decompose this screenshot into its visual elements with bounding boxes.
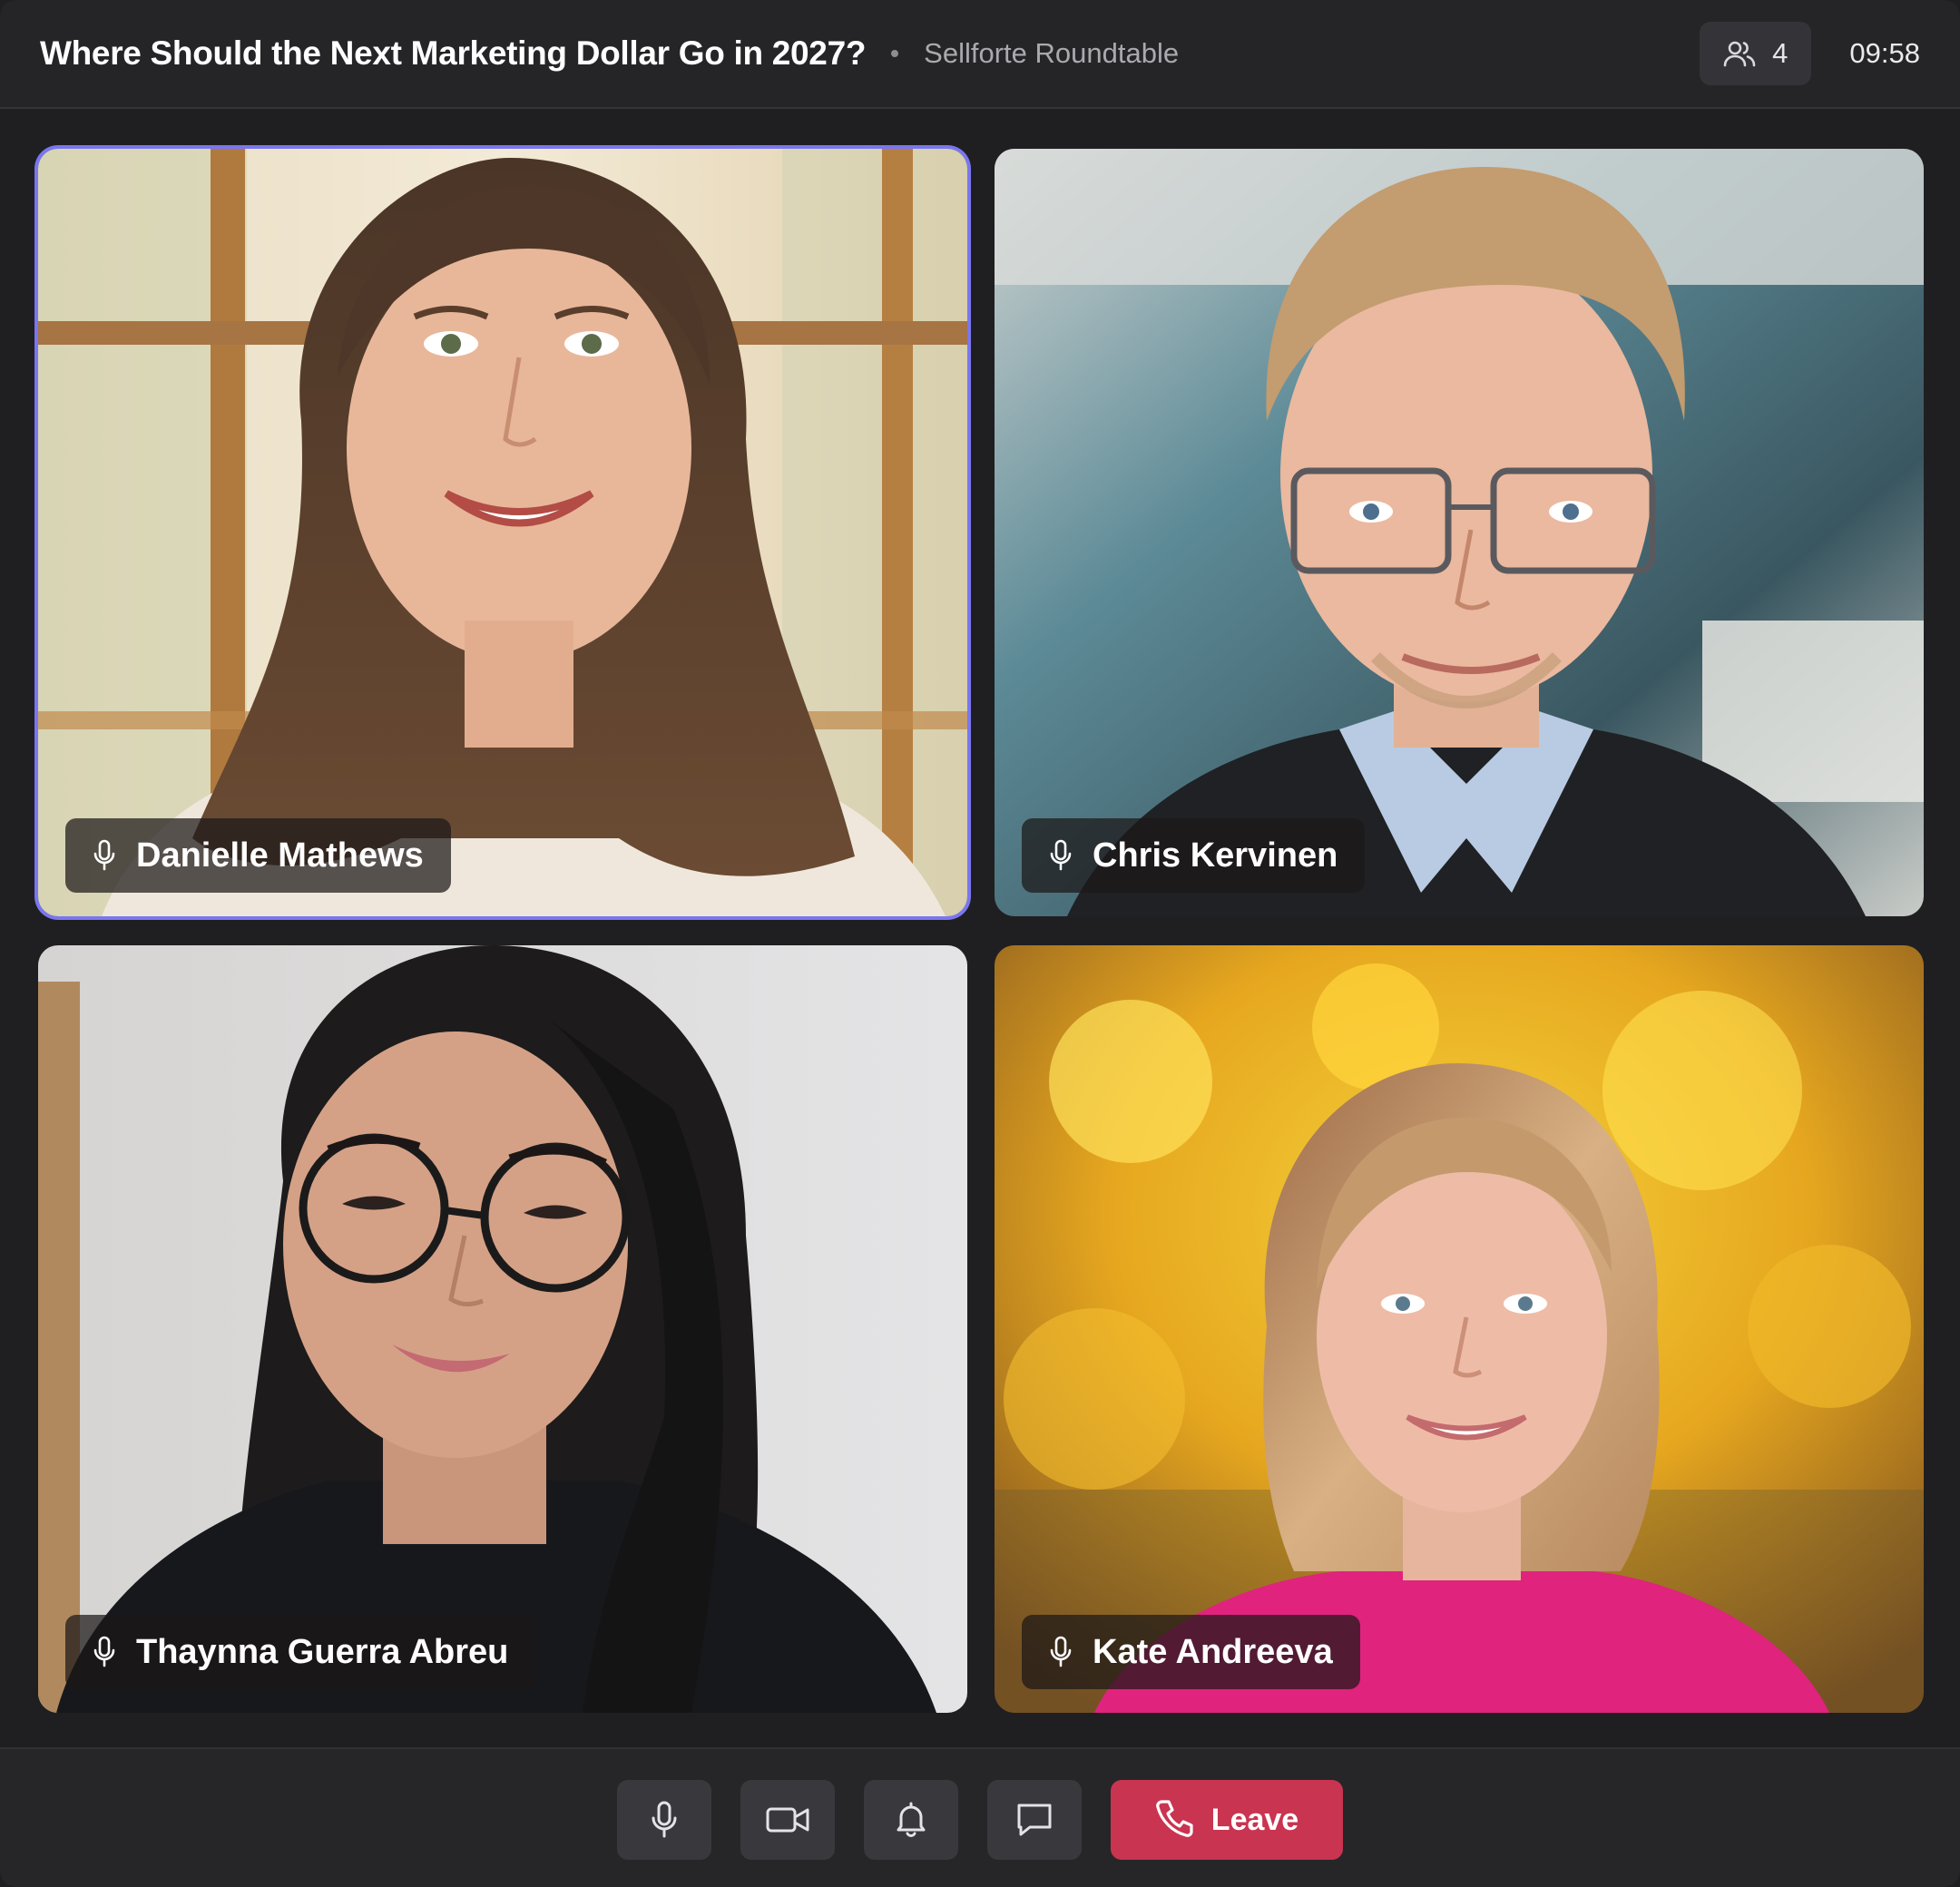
participant-name-tag: Thaynna Guerra Abreu [65,1615,536,1689]
video-feed [995,945,1924,1713]
header-right: 4 09:58 [1700,22,1920,85]
video-feed [38,149,967,916]
microphone-icon [93,839,116,872]
video-feed [38,945,967,1713]
people-icon [1723,39,1756,68]
meeting-title: Where Should the Next Marketing Dollar G… [40,34,867,72]
participants-button[interactable]: 4 [1700,22,1812,85]
participant-name: Danielle Mathews [136,836,424,875]
separator-dot [891,50,899,57]
toggle-microphone-button[interactable] [617,1780,711,1860]
video-tile-kate-andreeva[interactable]: Kate Andreeva [995,945,1924,1713]
chat-button[interactable] [987,1780,1082,1860]
leave-call-button[interactable]: Leave [1111,1780,1343,1860]
participants-count: 4 [1772,37,1788,69]
microphone-icon [1049,1636,1073,1668]
microphone-icon [93,1636,116,1668]
call-header: Where Should the Next Marketing Dollar G… [0,0,1960,109]
chat-bubble-icon [1015,1802,1054,1838]
video-tile-thaynna-guerra-abreu[interactable]: Thaynna Guerra Abreu [38,945,967,1713]
leave-label: Leave [1210,1802,1299,1837]
participant-name-tag: Chris Kervinen [1022,818,1366,893]
participant-name: Kate Andreeva [1093,1632,1333,1671]
participant-name: Chris Kervinen [1093,836,1338,875]
meeting-subtitle: Sellforte Roundtable [924,37,1180,69]
participant-name-tag: Kate Andreeva [1022,1615,1360,1689]
notifications-button[interactable] [864,1780,958,1860]
toggle-camera-button[interactable] [740,1780,835,1860]
video-tile-chris-kervinen[interactable]: Chris Kervinen [995,149,1924,916]
call-controls-bar: Leave [0,1747,1960,1887]
phone-icon [1155,1798,1195,1843]
bell-icon [892,1801,930,1839]
microphone-icon [1049,839,1073,872]
participant-name-tag: Danielle Mathews [65,818,451,893]
video-camera-icon [766,1805,809,1834]
participant-name: Thaynna Guerra Abreu [136,1632,509,1671]
video-call-window: Where Should the Next Marketing Dollar G… [0,0,1960,1887]
video-feed [995,149,1924,916]
video-tile-danielle-mathews[interactable]: Danielle Mathews [38,149,967,916]
call-timer: 09:58 [1849,37,1920,69]
microphone-icon [651,1801,678,1839]
